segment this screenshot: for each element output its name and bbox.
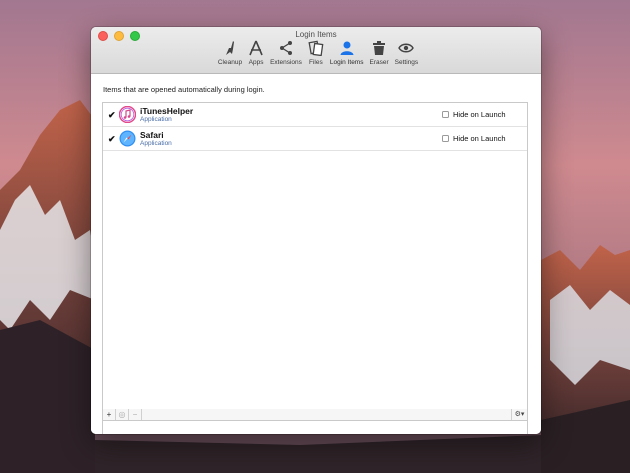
- apps-icon: [249, 40, 263, 56]
- files-icon: [308, 40, 324, 56]
- safari-icon: [119, 130, 136, 147]
- add-item-button[interactable]: +: [103, 409, 116, 420]
- hide-on-launch-label[interactable]: Hide on Launch: [453, 110, 506, 119]
- tool-login-items[interactable]: Login Items: [327, 40, 367, 66]
- remove-item-button[interactable]: −: [129, 409, 142, 420]
- share-icon: [279, 41, 292, 55]
- login-items-pane: Items that are opened automatically duri…: [91, 75, 541, 434]
- titlebar: Login Items Cleanup Apps Extensions File…: [91, 27, 541, 74]
- list-item-safari[interactable]: ✔ Safari Application Hide on Launch: [103, 127, 527, 151]
- tool-extensions[interactable]: Extensions: [267, 40, 305, 66]
- enabled-checkbox[interactable]: ✔: [108, 111, 117, 120]
- description-text: Items that are opened automatically duri…: [103, 85, 265, 94]
- hide-on-launch-checkbox[interactable]: [442, 111, 449, 118]
- tool-files[interactable]: Files: [305, 40, 327, 66]
- login-items-list[interactable]: ✔ iTunesHelper Application Hide on Launc…: [102, 102, 528, 434]
- app-name: iTunesHelper: [140, 106, 194, 116]
- enabled-checkbox[interactable]: ✔: [108, 135, 117, 144]
- gear-menu-button[interactable]: ⚙▾: [511, 409, 527, 420]
- tool-eraser[interactable]: Eraser: [366, 40, 391, 66]
- toolbar: Cleanup Apps Extensions Files Login Item…: [91, 40, 541, 66]
- trash-icon: [373, 41, 386, 55]
- tool-settings[interactable]: Settings: [392, 40, 422, 66]
- list-item-ituneshelper[interactable]: ✔ iTunesHelper Application Hide on Launc…: [103, 103, 527, 127]
- login-items-window: Login Items Cleanup Apps Extensions File…: [91, 27, 541, 434]
- tool-apps[interactable]: Apps: [245, 40, 267, 66]
- broom-icon: [225, 41, 234, 55]
- hide-on-launch-checkbox[interactable]: [442, 135, 449, 142]
- list-bottom-bar: + ◎ − ⚙▾: [102, 409, 528, 421]
- app-type: Application: [140, 140, 172, 147]
- itunes-icon: [119, 106, 136, 123]
- app-name: Safari: [140, 130, 164, 140]
- bottom-bar-spacer: [142, 409, 511, 420]
- eye-icon: [398, 43, 415, 53]
- user-icon: [340, 41, 354, 55]
- tool-cleanup[interactable]: Cleanup: [215, 40, 245, 66]
- hide-on-launch-label[interactable]: Hide on Launch: [453, 134, 506, 143]
- window-title: Login Items: [295, 30, 337, 39]
- app-type: Application: [140, 116, 172, 123]
- reveal-icon[interactable]: ◎: [116, 409, 129, 420]
